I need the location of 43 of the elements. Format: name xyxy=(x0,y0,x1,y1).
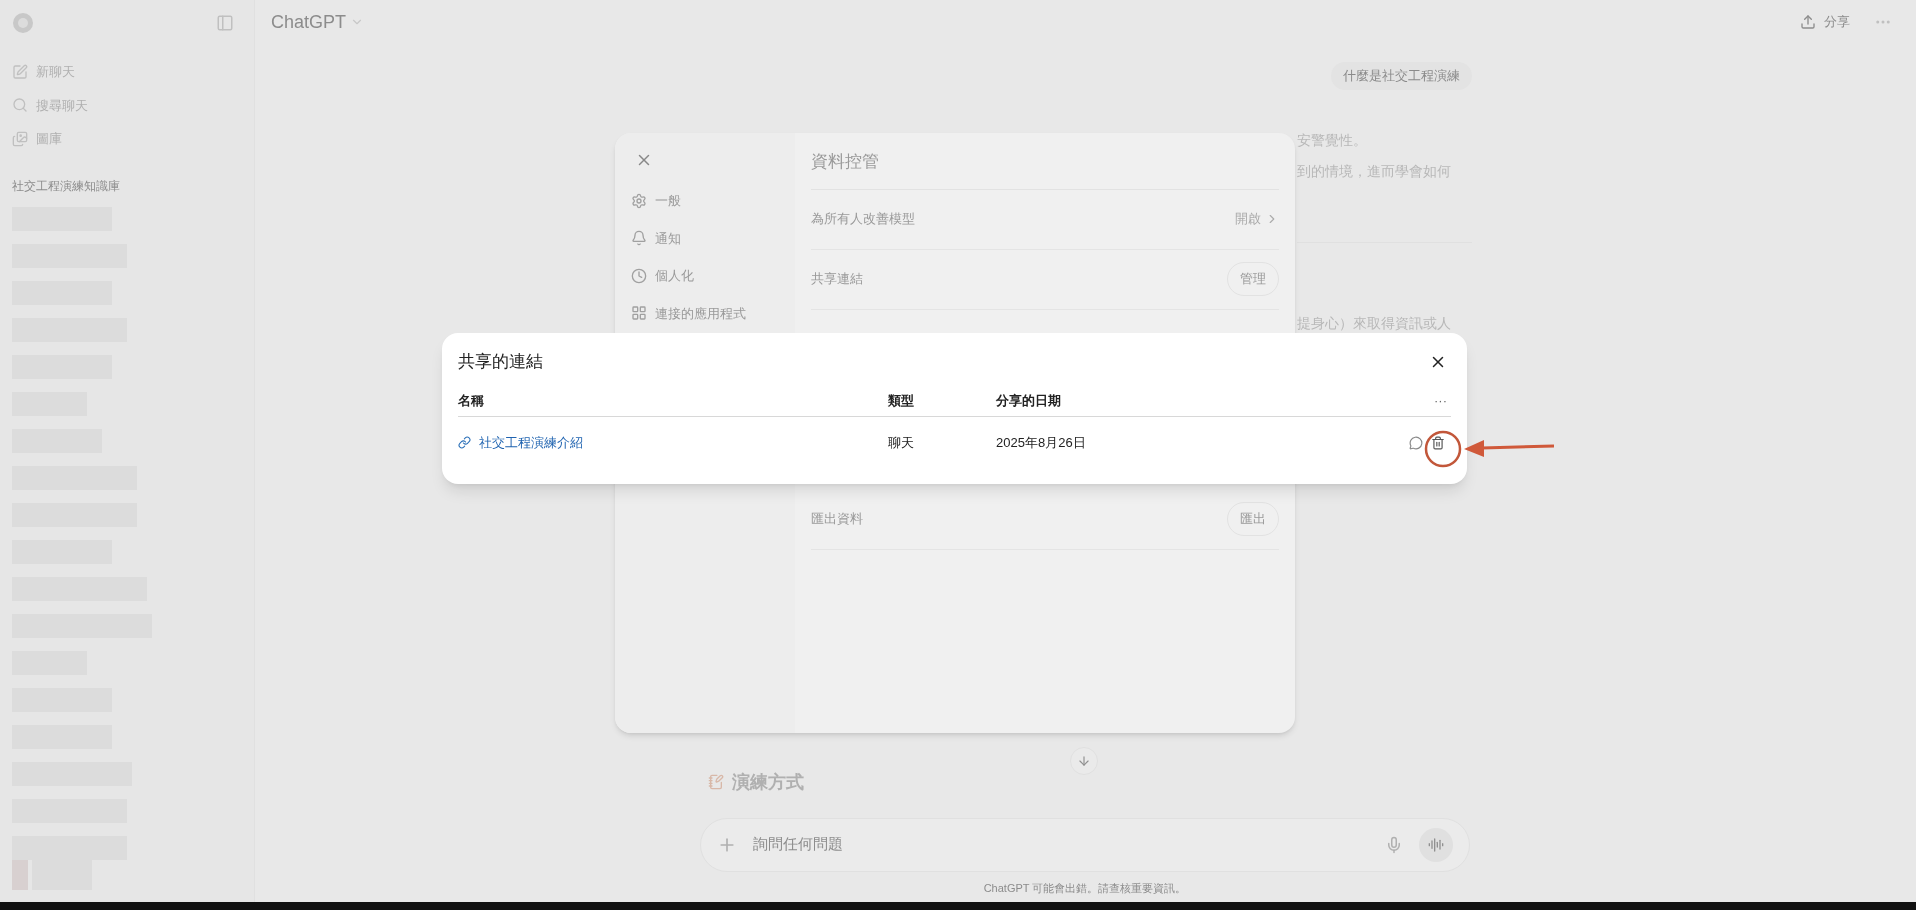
grid-icon xyxy=(631,305,647,322)
share-button[interactable]: 分享 xyxy=(1800,12,1850,32)
table-cell-text: 2025年8月26日 xyxy=(996,433,1087,452)
setting-label: 共享連結 xyxy=(811,270,863,289)
column-header: 類型 xyxy=(888,392,915,411)
message-input[interactable]: 詢問任何問題 xyxy=(700,817,1470,872)
clock-icon xyxy=(631,267,647,284)
more-options-button[interactable]: ··· xyxy=(1434,391,1447,411)
column-header: 名稱 xyxy=(458,392,485,411)
column-header: 分享的日期 xyxy=(996,392,1062,411)
model-title[interactable]: ChatGPT xyxy=(271,8,347,36)
setting-label: 為所有人改善模型 xyxy=(811,210,915,229)
scroll-down-button[interactable] xyxy=(1070,746,1098,775)
settings-nav-item[interactable]: 通知 xyxy=(655,228,681,248)
edit-icon xyxy=(12,63,28,80)
setting-value-link[interactable]: 開啟 xyxy=(1235,209,1279,229)
microphone-icon[interactable] xyxy=(1385,835,1403,854)
trash-icon[interactable] xyxy=(1431,435,1445,450)
disclaimer-text: ChatGPT 可能會出錯。請查核重要資訊。 xyxy=(982,880,1188,896)
setting-label: 匯出資料 xyxy=(811,510,863,529)
logo-icon[interactable] xyxy=(12,12,34,34)
upload-icon xyxy=(1800,14,1816,30)
input-field[interactable]: 詢問任何問題 xyxy=(753,833,1369,856)
settings-nav-item[interactable]: 個人化 xyxy=(655,266,694,286)
settings-nav-item[interactable]: 連接的應用程式 xyxy=(655,303,746,323)
link-icon xyxy=(458,436,471,449)
shared-link[interactable]: 社交工程演練介紹 xyxy=(479,432,583,453)
gear-icon xyxy=(631,192,647,209)
section-heading: 演練方式 xyxy=(732,770,804,794)
user-message: 什麼是社交工程演練 xyxy=(1331,62,1472,90)
chat-bubble-icon[interactable] xyxy=(1409,435,1423,450)
table-cell-text: 聊天 xyxy=(888,433,915,452)
arrow-down-icon xyxy=(1077,753,1091,768)
settings-title: 資料控管 xyxy=(811,149,1279,190)
voice-wave-icon xyxy=(1428,836,1444,853)
sidebar-toggle-icon[interactable] xyxy=(216,14,234,32)
search-icon xyxy=(12,97,28,114)
dialog-title: 共享的連結 xyxy=(458,351,543,373)
notebook-icon xyxy=(708,774,724,790)
section-title: 社交工程演練知識庫 xyxy=(11,177,121,195)
images-icon xyxy=(12,130,28,147)
voice-button[interactable] xyxy=(1419,827,1453,862)
bell-icon xyxy=(631,230,647,247)
